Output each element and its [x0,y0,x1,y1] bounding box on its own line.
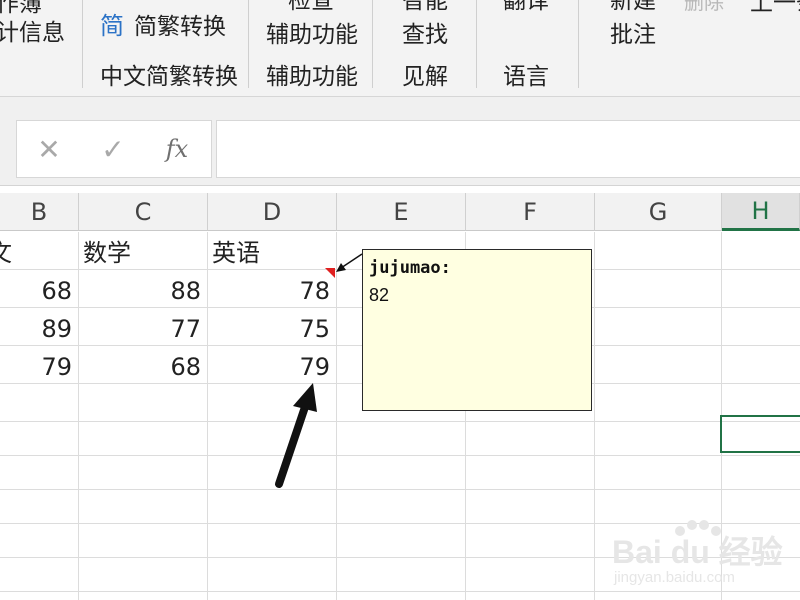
watermark-url: jingyan.baidu.com [614,569,735,586]
baidu-watermark: Bai du 经验 jingyan.baidu.com [612,517,800,597]
annotation-overlay [275,253,363,488]
watermark-brand: Bai du 经验 [612,534,783,570]
comment-connector [336,253,363,272]
annotation-arrow-icon [275,383,317,488]
